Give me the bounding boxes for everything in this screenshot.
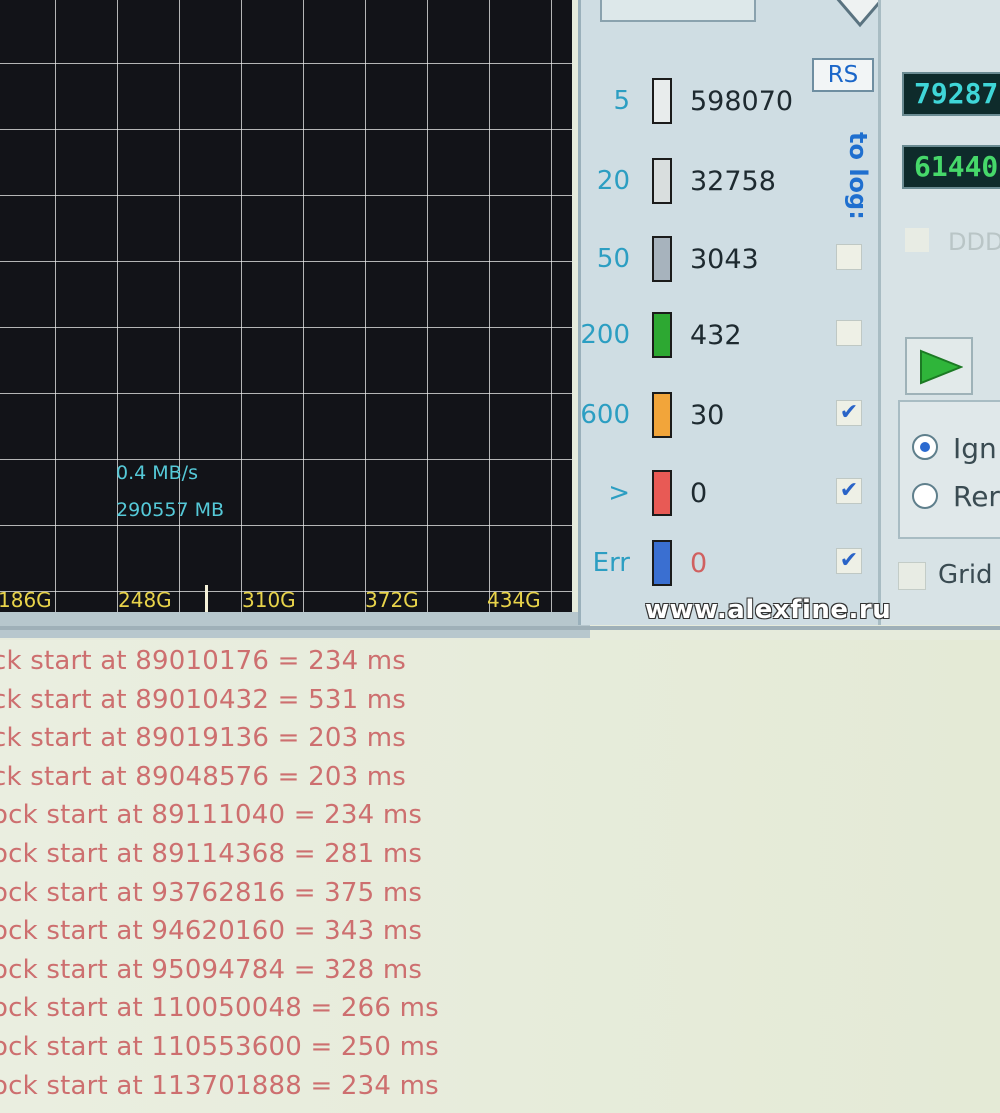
divider <box>0 626 1000 630</box>
scan-position-marker <box>205 585 208 613</box>
legend-count: 432 <box>690 320 742 351</box>
log-checkbox[interactable]: ✔ <box>836 478 862 504</box>
grid-checkbox[interactable] <box>898 562 926 590</box>
check-icon: ✔ <box>839 400 859 425</box>
scan-log[interactable]: ck start at 89010176 = 234 ms ck start at… <box>0 640 1000 1113</box>
check-icon: ✔ <box>839 478 859 503</box>
scan-graph: 0.4 MB/s 290557 MB 186G 248G 310G 372G 4… <box>0 0 572 613</box>
legend-count: 0 <box>690 478 708 509</box>
legend-threshold: 5 <box>613 86 630 116</box>
legend-threshold: 20 <box>596 166 630 196</box>
log-line: ck start at 89010176 = 234 ms <box>0 646 407 676</box>
ddd-label: DDD <box>948 228 1000 256</box>
legend-count: 0 <box>690 548 708 579</box>
legend-row: >0 <box>580 470 830 522</box>
legend-color-swatch <box>652 312 672 358</box>
legend-row: 5 598070 <box>580 78 830 130</box>
log-line: ock start at 113701888 = 234 ms <box>0 1070 439 1101</box>
log-line: ck start at 89010432 = 531 ms <box>0 684 407 715</box>
position-readout: 290557 MB <box>116 499 224 521</box>
legend-color-swatch <box>652 392 672 438</box>
ignore-radio[interactable] <box>912 434 938 460</box>
legend-threshold: 200 <box>580 320 630 350</box>
legend-color-swatch <box>652 540 672 586</box>
axis-tick: 186G <box>0 588 52 612</box>
legend-row: 600 30 <box>580 392 830 444</box>
log-line: ock start at 110553600 = 250 ms <box>0 1032 439 1062</box>
legend-color-swatch <box>652 470 672 516</box>
remap-radio-label: Rer <box>953 480 1000 513</box>
legend-color-swatch <box>652 158 672 204</box>
legend-count: 3043 <box>690 244 759 275</box>
log-line: ck start at 89019136 = 203 ms <box>0 723 407 754</box>
log-line: ock start at 89111040 = 234 ms <box>0 800 423 831</box>
log-checkbox[interactable] <box>836 244 862 270</box>
legend-threshold: 600 <box>580 400 630 430</box>
legend-threshold: Err <box>592 548 630 578</box>
ignore-radio-label: Ign <box>953 432 997 465</box>
counter-display: 79287 <box>902 72 1000 116</box>
legend-row: 20 32758 <box>580 158 830 210</box>
log-line: ock start at 93762816 = 375 ms <box>0 877 423 908</box>
error-handling-options <box>898 400 1000 539</box>
start-button[interactable] <box>905 337 973 395</box>
ddd-checkbox[interactable] <box>905 228 929 252</box>
log-line: ck start at 89048576 = 203 ms <box>0 761 407 792</box>
speed-readout: 0.4 MB/s <box>116 462 198 484</box>
legend-color-swatch <box>652 78 672 124</box>
log-line: ock start at 110050048 = 266 ms <box>0 993 439 1024</box>
axis-tick: 310G <box>242 588 296 612</box>
log-checkbox[interactable] <box>836 320 862 346</box>
remap-radio[interactable] <box>912 483 938 509</box>
legend-threshold: > <box>608 478 630 508</box>
counter-display: 61440 <box>902 145 1000 189</box>
log-line: ock start at 95094784 = 328 ms <box>0 954 423 985</box>
graph-scrollbar[interactable] <box>0 612 590 638</box>
watermark: www.alexfine.ru <box>645 595 892 625</box>
log-line: ock start at 89114368 = 281 ms <box>0 839 423 869</box>
legend-row: Err 0 <box>580 540 830 592</box>
legend-threshold: 50 <box>596 244 630 274</box>
log-line: ock start at 94620160 = 343 ms <box>0 916 423 947</box>
play-icon <box>920 349 963 385</box>
axis-tick: 248G <box>118 588 172 612</box>
legend-count: 598070 <box>690 86 794 117</box>
log-checkbox[interactable]: ✔ <box>836 400 862 426</box>
legend-row: 200 432 <box>580 312 830 364</box>
log-checkbox[interactable]: ✔ <box>836 548 862 574</box>
legend-count: 30 <box>690 400 725 431</box>
legend-count: 32758 <box>690 166 776 197</box>
axis-tick: 434G <box>487 588 541 612</box>
grid-label: Grid <box>938 560 993 590</box>
legend-row: 50 3043 <box>580 236 830 288</box>
axis-tick: 372G <box>365 588 419 612</box>
check-icon: ✔ <box>839 548 859 573</box>
legend-color-swatch <box>652 236 672 282</box>
top-button[interactable] <box>600 0 756 22</box>
